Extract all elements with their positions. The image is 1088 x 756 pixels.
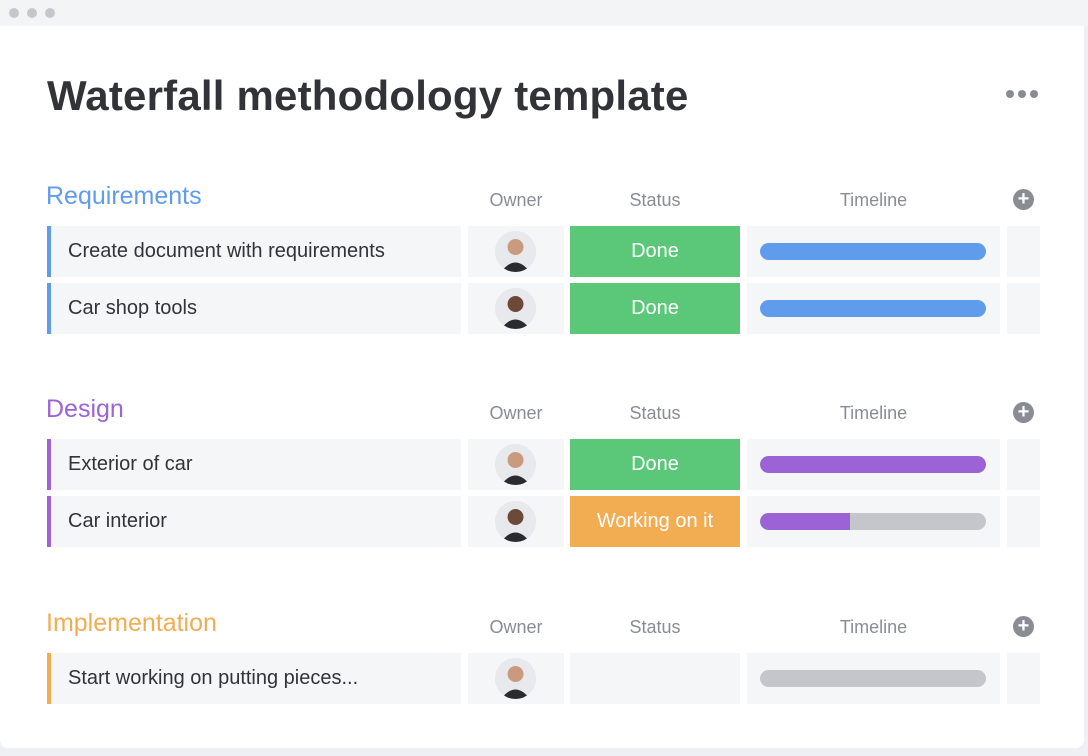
column-header-owner: Owner [489,617,543,637]
timeline-bar[interactable] [760,513,986,530]
avatar[interactable] [495,288,536,329]
timeline-progress [760,456,986,473]
avatar[interactable] [495,231,536,272]
column-header-timeline: Timeline [839,617,908,637]
extra-cell[interactable] [1007,653,1040,704]
status-cell[interactable]: Done [570,226,740,277]
column-header-timeline: Timeline [839,190,908,210]
board-title: Waterfall methodology template [47,72,689,119]
group-title[interactable]: Requirements [46,182,202,211]
column-header-owner: Owner [489,403,543,423]
owner-cell[interactable] [468,496,564,547]
item-name-cell[interactable]: Start working on putting pieces... [47,653,461,704]
timeline-cell[interactable] [747,283,1000,334]
more-horizontal-icon [1006,90,1014,98]
table-row[interactable]: Exterior of car Done [0,439,1088,490]
avatar[interactable] [495,444,536,485]
timeline-bar[interactable] [760,243,986,260]
status-cell[interactable] [570,653,740,704]
timeline-bar[interactable] [760,300,986,317]
timeline-progress [760,300,986,317]
window-maximize-dot[interactable] [45,8,55,18]
item-name-cell[interactable]: Car interior [47,496,461,547]
column-header-status: Status [629,403,681,423]
item-name: Exterior of car [68,453,193,475]
extra-cell[interactable] [1007,439,1040,490]
more-options-button[interactable] [1006,90,1038,98]
owner-cell[interactable] [468,283,564,334]
item-name-cell[interactable]: Create document with requirements [47,226,461,277]
owner-cell[interactable] [468,653,564,704]
item-name: Car shop tools [68,297,197,319]
status-cell[interactable]: Done [570,439,740,490]
status-cell[interactable]: Working on it [570,496,740,547]
item-name-cell[interactable]: Exterior of car [47,439,461,490]
owner-cell[interactable] [468,439,564,490]
window-titlebar [0,0,1088,26]
more-dot [1030,90,1038,98]
table-row[interactable]: Car interior Working on it [0,496,1088,547]
plus-circle-icon: + [1017,401,1030,423]
extra-cell[interactable] [1007,283,1040,334]
more-dot [1018,90,1026,98]
table-row[interactable]: Car shop tools Done [0,283,1088,334]
timeline-cell[interactable] [747,496,1000,547]
timeline-cell[interactable] [747,226,1000,277]
item-name: Start working on putting pieces... [68,667,359,689]
timeline-bar[interactable] [760,456,986,473]
extra-cell[interactable] [1007,226,1040,277]
window-close-dot[interactable] [9,8,19,18]
timeline-cell[interactable] [747,439,1000,490]
owner-cell[interactable] [468,226,564,277]
column-header-timeline: Timeline [839,403,908,423]
plus-circle-icon: + [1017,188,1030,210]
column-header-status: Status [629,617,681,637]
board-window [0,26,1084,748]
avatar[interactable] [495,501,536,542]
avatar[interactable] [495,658,536,699]
timeline-progress [760,243,986,260]
table-row[interactable]: Start working on putting pieces... [0,653,1088,704]
add-column-button[interactable]: + [1013,189,1034,210]
item-name-cell[interactable]: Car shop tools [47,283,461,334]
timeline-progress [760,513,851,530]
timeline-cell[interactable] [747,653,1000,704]
table-row[interactable]: Create document with requirements Done [0,226,1088,277]
group-title[interactable]: Implementation [46,609,217,638]
status-cell[interactable]: Done [570,283,740,334]
extra-cell[interactable] [1007,496,1040,547]
item-name: Car interior [68,510,167,532]
item-name: Create document with requirements [68,240,385,262]
add-column-button[interactable]: + [1013,616,1034,637]
column-header-status: Status [629,190,681,210]
plus-circle-icon: + [1017,615,1030,637]
group-title[interactable]: Design [46,395,124,424]
window-minimize-dot[interactable] [27,8,37,18]
column-header-owner: Owner [489,190,543,210]
add-column-button[interactable]: + [1013,402,1034,423]
timeline-bar[interactable] [760,670,986,687]
